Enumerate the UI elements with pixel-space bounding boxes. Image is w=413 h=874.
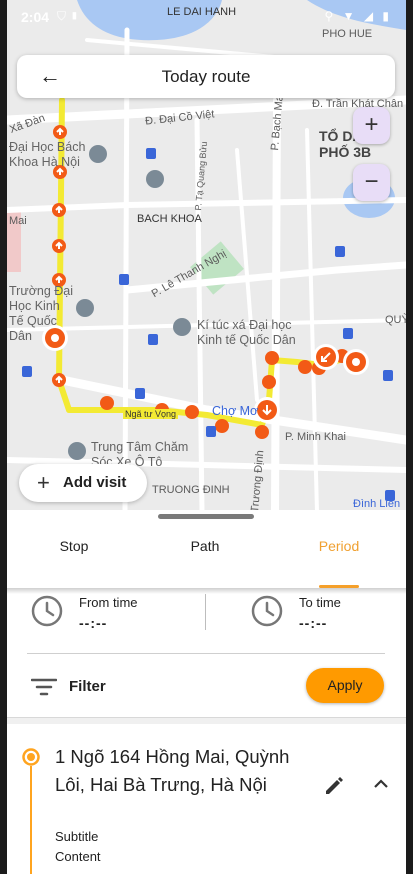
top-app-bar: ← Today route [17,55,395,98]
map-label: BACH KHOA [137,213,202,225]
poi-label: Trường Đại Học Kinh Tế Quốc Dân [9,284,74,343]
map-label: TRUONG ĐINH [152,484,230,496]
drag-handle[interactable] [158,514,254,519]
location-icon: ⚲ [324,9,337,23]
status-right-icons: ⚲ ▼ ◢ ▮ [324,9,392,23]
zoom-in-button[interactable]: + [353,107,390,144]
timeline-line [30,766,32,874]
from-time-label: From time [79,595,138,610]
status-bar: 2:04 ⛉ ▮ ⚲ ▼ ◢ ▮ [7,0,406,34]
map-label: P. Minh Khai [285,431,346,443]
divider [205,594,206,630]
chevron-up-icon[interactable] [373,778,389,790]
poi-label: Chợ Mơ [212,404,259,418]
from-time-field[interactable]: From time --:-- [31,593,201,637]
section-separator [7,717,406,724]
visit-content: Content [55,849,101,864]
tab-period[interactable]: Period [289,538,389,554]
tab-bar: Stop Path Period [7,528,406,594]
map-view[interactable]: LE DAI HANH PHO HUE Đ. Trần Khát Chân Đ.… [7,0,406,512]
tab-path[interactable]: Path [155,538,255,554]
clock-icon [31,595,63,627]
divider [27,653,385,654]
to-time-field[interactable]: To time --:-- [251,593,401,637]
wifi-icon: ▼ [342,9,358,23]
battery-icon: ▮ [382,9,392,23]
to-time-value: --:-- [299,615,328,631]
filter-label: Filter [69,678,106,695]
map-label: QUỲ [385,314,406,326]
clock-icon [251,595,283,627]
tab-stop[interactable]: Stop [24,538,124,554]
add-visit-button[interactable]: + Add visit [19,464,147,502]
plus-icon: + [37,470,50,495]
visit-address: 1 Ngõ 164 Hồng Mai, Quỳnh Lôi, Hai Bà Tr… [55,746,290,795]
apply-button[interactable]: Apply [306,668,384,703]
zoom-out-button[interactable]: − [353,164,390,201]
pencil-icon[interactable] [323,775,345,797]
poi-label: Kí túc xá Đại học Kinh tế Quốc Dân [197,318,296,347]
status-left-icons: ⛉ ▮ [57,9,79,24]
page-title: Today route [161,67,251,86]
bottom-sheet: Stop Path Period From time --:-- To time… [7,510,406,874]
add-visit-label: Add visit [63,474,127,491]
map-label: Ngã tư Vọng [123,409,179,419]
visit-subtitle: Subtitle [55,829,99,844]
map-label: Đình Liên [353,498,401,510]
from-time-value: --:-- [79,615,108,631]
phone-screen: LE DAI HANH PHO HUE Đ. Trần Khát Chân Đ.… [7,0,406,874]
signal-icon: ◢ [363,9,377,23]
poi-label: Đại Học Bách Khoa Hà Nội [9,140,86,169]
sim-icon: ▮ [69,9,79,23]
filter-icon[interactable] [31,677,57,697]
timeline-dot-icon [22,748,40,766]
map-label: Mai [9,215,27,227]
status-time: 2:04 [21,9,50,25]
shield-icon: ⛉ [57,9,67,23]
to-time-label: To time [299,595,341,610]
